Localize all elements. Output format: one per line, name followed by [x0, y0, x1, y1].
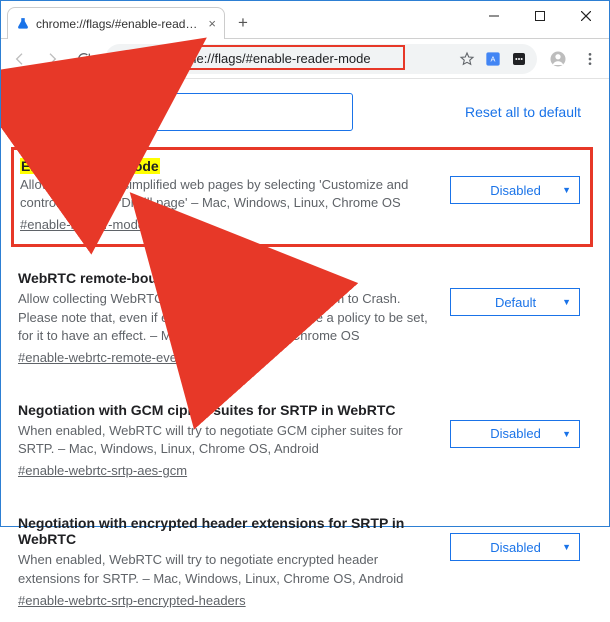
flag-select-value: Disabled — [469, 183, 562, 198]
flag-description: Allows viewing of simplified web pages b… — [20, 176, 434, 212]
menu-icon[interactable] — [575, 44, 605, 74]
window-maximize-button[interactable] — [517, 1, 563, 31]
chevron-down-icon: ▼ — [562, 542, 571, 552]
flag-select[interactable]: Default ▼ — [450, 288, 580, 316]
flag-row: Negotiation with encrypted header extens… — [17, 504, 593, 621]
flag-select-value: Default — [469, 295, 562, 310]
chevron-down-icon: ▼ — [562, 185, 571, 195]
translate-icon[interactable]: A — [483, 49, 503, 69]
flag-anchor[interactable]: #enable-webrtc-srtp-encrypted-headers — [18, 593, 246, 608]
tab-close-icon[interactable]: × — [208, 16, 216, 31]
profile-icon[interactable] — [543, 44, 573, 74]
flag-anchor[interactable]: #enable-webrtc-remote-event-log — [18, 350, 209, 365]
url-text: chrome://flags/#enable-reader-mode — [160, 51, 451, 66]
flag-description: Allow collecting WebRTC event logs and u… — [18, 290, 434, 345]
window-titlebar: chrome://flags/#enable-reader-m × + — [1, 1, 609, 39]
flag-row: WebRTC remote-bound event logging Allow … — [17, 259, 593, 379]
forward-button[interactable] — [37, 44, 67, 74]
flag-title: Enable Reader Mode — [20, 158, 160, 174]
chrome-icon — [113, 49, 133, 69]
flag-select[interactable]: Disabled ▼ — [450, 420, 580, 448]
new-tab-button[interactable]: + — [229, 9, 257, 37]
search-box[interactable] — [17, 93, 353, 131]
browser-toolbar: Ch chrome://flags/#enable-reader-mode A — [1, 39, 609, 79]
address-bar[interactable]: Ch chrome://flags/#enable-reader-mode A — [105, 44, 537, 74]
reload-button[interactable] — [69, 44, 99, 74]
flag-title: WebRTC remote-bound event logging — [18, 270, 434, 286]
search-icon — [28, 102, 44, 123]
flag-description: When enabled, WebRTC will try to negotia… — [18, 422, 434, 458]
flag-row: Enable Reader Mode Allows viewing of sim… — [11, 147, 593, 247]
extension-icon[interactable] — [509, 49, 529, 69]
chevron-down-icon: ▼ — [562, 429, 571, 439]
back-button[interactable] — [5, 44, 35, 74]
flag-title: Negotiation with GCM cipher suites for S… — [18, 402, 434, 418]
flag-anchor[interactable]: #enable-reader-mode — [20, 217, 145, 232]
flag-title: Negotiation with encrypted header extens… — [18, 515, 434, 547]
flag-description: When enabled, WebRTC will try to negotia… — [18, 551, 434, 587]
flag-select-value: Disabled — [469, 540, 562, 555]
reset-all-button[interactable]: Reset all to default — [453, 96, 593, 128]
star-icon[interactable] — [457, 49, 477, 69]
window-close-button[interactable] — [563, 1, 609, 31]
chevron-down-icon: ▼ — [562, 297, 571, 307]
flag-select-value: Disabled — [469, 426, 562, 441]
svg-text:A: A — [491, 54, 496, 63]
tab-title: chrome://flags/#enable-reader-m — [36, 17, 202, 31]
flag-select[interactable]: Disabled ▼ — [450, 176, 580, 204]
flag-select[interactable]: Disabled ▼ — [450, 533, 580, 561]
browser-tab[interactable]: chrome://flags/#enable-reader-m × — [7, 7, 225, 39]
page-content: Reset all to default Enable Reader Mode … — [1, 79, 609, 622]
flag-row: Negotiation with GCM cipher suites for S… — [17, 391, 593, 492]
flag-anchor[interactable]: #enable-webrtc-srtp-aes-gcm — [18, 463, 187, 478]
flask-icon — [16, 17, 30, 31]
window-minimize-button[interactable] — [471, 1, 517, 31]
site-label: Ch — [139, 52, 154, 66]
search-input[interactable] — [52, 104, 342, 120]
